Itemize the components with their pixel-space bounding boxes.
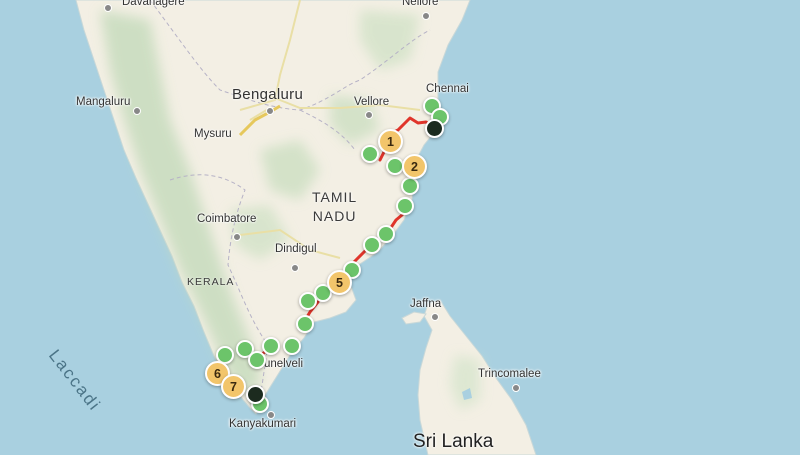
stop-number-marker-1[interactable]: 1 bbox=[378, 129, 403, 154]
label-tamil-nadu-line1: TAMIL bbox=[312, 189, 358, 205]
label-mysuru: Mysuru bbox=[194, 128, 232, 140]
city-dot-coimbatore bbox=[233, 233, 241, 241]
map-base-layer bbox=[0, 0, 800, 455]
city-dot-bengaluru bbox=[266, 107, 274, 115]
label-tamil-nadu: TAMIL NADU bbox=[312, 188, 357, 226]
city-dot-trincomalee bbox=[512, 384, 520, 392]
stop-marker[interactable] bbox=[396, 197, 414, 215]
label-davanagere: Davanagere bbox=[122, 0, 185, 8]
city-dot-jaffna bbox=[431, 313, 439, 321]
stop-number-marker-2[interactable]: 2 bbox=[402, 154, 427, 179]
city-dot-davanagere bbox=[104, 4, 112, 12]
endpoint-marker-start[interactable] bbox=[425, 119, 444, 138]
label-coimbatore: Coimbatore bbox=[197, 213, 257, 225]
stop-marker[interactable] bbox=[363, 236, 381, 254]
label-chennai: Chennai bbox=[426, 83, 469, 95]
stop-number-marker-5[interactable]: 5 bbox=[327, 270, 352, 295]
stop-marker[interactable] bbox=[296, 315, 314, 333]
city-dot-nellore bbox=[422, 12, 430, 20]
stop-marker[interactable] bbox=[361, 145, 379, 163]
label-kerala: KERALA bbox=[187, 276, 235, 288]
label-tamil-nadu-line2: NADU bbox=[312, 208, 357, 224]
map-view[interactable]: Davanagere Nellore Chennai Mangaluru Ben… bbox=[0, 0, 800, 455]
label-sri-lanka: Sri Lanka bbox=[413, 431, 494, 452]
city-dot-vellore bbox=[365, 111, 373, 119]
stop-marker[interactable] bbox=[401, 177, 419, 195]
label-tirunelveli: unelveli bbox=[264, 358, 303, 370]
label-vellore: Vellore bbox=[354, 96, 390, 108]
label-dindigul: Dindigul bbox=[275, 243, 317, 255]
label-trincomalee: Trincomalee bbox=[478, 368, 541, 380]
label-bengaluru: Bengaluru bbox=[232, 86, 304, 103]
label-kanyakumari: Kanyakumari bbox=[229, 418, 297, 430]
stop-marker[interactable] bbox=[262, 337, 280, 355]
label-jaffna: Jaffna bbox=[410, 298, 442, 310]
stop-marker[interactable] bbox=[299, 292, 317, 310]
city-dot-dindigul bbox=[291, 264, 299, 272]
label-mangaluru: Mangaluru bbox=[76, 96, 131, 108]
stop-marker[interactable] bbox=[248, 351, 266, 369]
endpoint-marker-end[interactable] bbox=[246, 385, 265, 404]
city-dot-mangaluru bbox=[133, 107, 141, 115]
label-nellore: Nellore bbox=[402, 0, 439, 8]
stop-number-marker-7[interactable]: 7 bbox=[221, 374, 246, 399]
stop-marker[interactable] bbox=[283, 337, 301, 355]
